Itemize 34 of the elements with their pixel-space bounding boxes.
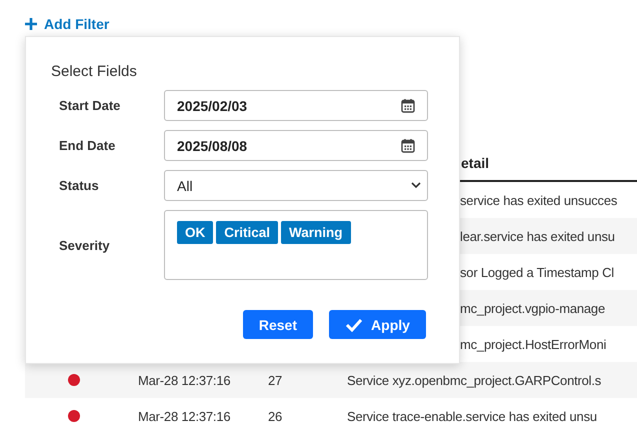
tag-input[interactable]: OK Critical Warning (164, 210, 428, 280)
table-cell-text: 27 (268, 372, 284, 388)
field-label: Severity (59, 238, 110, 252)
date-field[interactable]: 2025/08/08 (164, 130, 428, 161)
table-cell-text: Mar-28 12:37:16 (138, 372, 232, 388)
add-filter-link[interactable]: Add Filter (25, 16, 110, 32)
plus-icon (25, 18, 37, 30)
status-dot-icon (68, 410, 80, 422)
table-cell-text: Mar-28 12:37:16 (138, 408, 232, 424)
check-icon (345, 318, 364, 332)
column-header: etail (461, 155, 490, 171)
severity-tag[interactable]: Warning (281, 221, 351, 244)
date-field[interactable]: 2025/02/03 (164, 90, 428, 121)
table-cell: mc_project.HostErrorMoni (460, 336, 606, 352)
field-label: End Date (59, 138, 116, 153)
table-cell: mc_project.vgpio-manage (460, 300, 605, 316)
table-cell: sor Logged a Timestamp Cl (460, 264, 614, 280)
severity-tag[interactable]: Critical (216, 221, 278, 244)
table-cell-text: 26 (268, 408, 284, 424)
severity-tag[interactable]: OK (177, 221, 214, 244)
table-cell: service has exited unsucces (460, 192, 618, 208)
apply-button[interactable]: Apply (329, 310, 426, 339)
reset-button[interactable]: Reset (242, 310, 313, 339)
calendar-icon (401, 98, 415, 113)
table-cell: lear.service has exited unsu (460, 228, 615, 244)
field-label: Start Date (59, 98, 120, 113)
field-label: Status (59, 178, 99, 193)
panel-title: Select Fields (51, 63, 137, 80)
chevron-down-icon (411, 182, 421, 189)
table-cell-text: Service trace-enable.service has exited unsu (347, 408, 598, 424)
calendar-icon (401, 138, 415, 153)
status-select[interactable]: All (164, 170, 428, 201)
status-dot-icon (68, 374, 80, 386)
table-cell-text: Service xyz.openbmc_project.GARPControl.s (347, 372, 602, 388)
